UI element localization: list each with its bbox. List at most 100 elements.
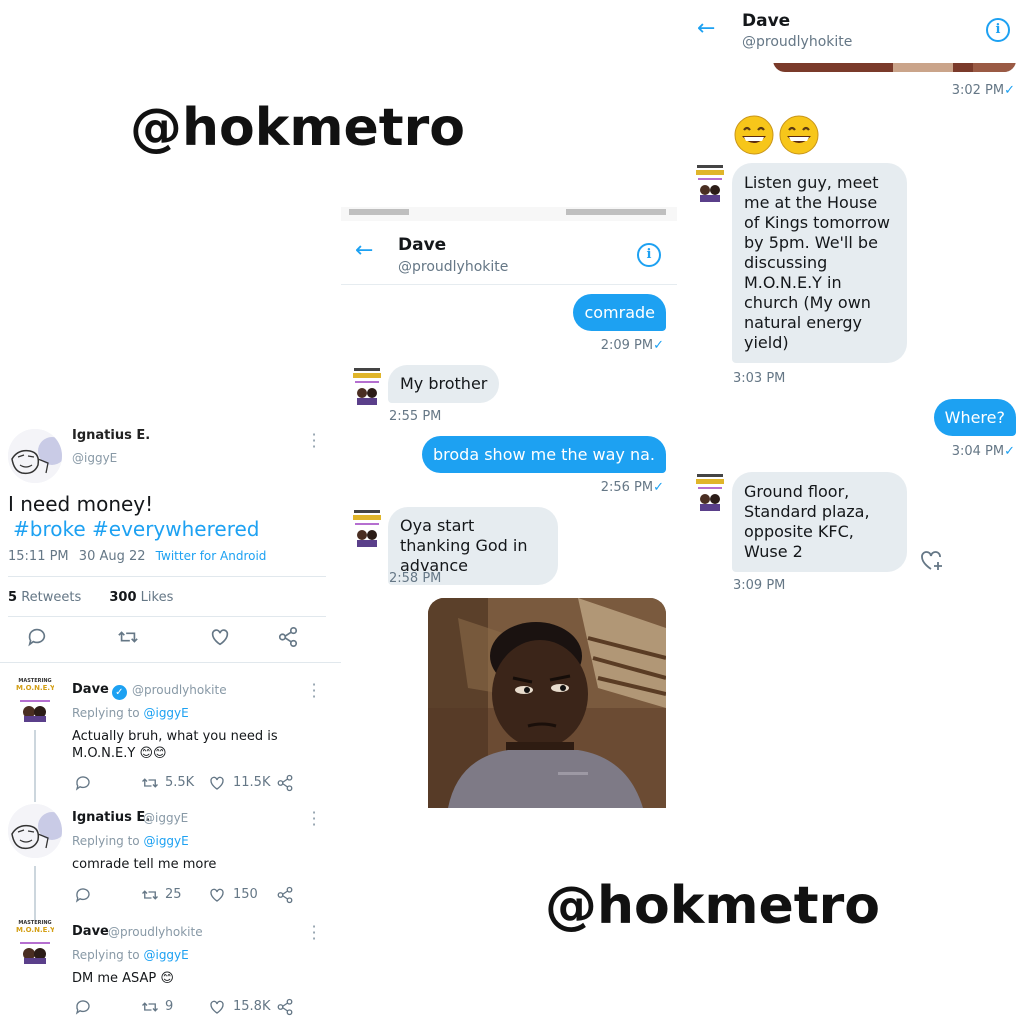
more-options-icon[interactable]: · · · [310, 427, 318, 455]
conversation-name[interactable]: Dave [398, 235, 446, 255]
message-outgoing[interactable]: comrade [573, 294, 666, 331]
message-incoming[interactable]: Listen guy, meet me at the House of King… [732, 163, 907, 363]
reply-like-count: 11.5K [233, 775, 271, 790]
back-arrow-icon[interactable]: ← [355, 238, 373, 263]
message-incoming[interactable]: My brother [388, 365, 500, 403]
grinning-emoji-icon [734, 115, 819, 155]
avatar-caption-money: M.O.N.E.Y [16, 926, 54, 934]
share-icon[interactable] [276, 998, 294, 1018]
retweet-icon[interactable] [140, 774, 160, 796]
conversation-handle[interactable]: @proudlyhokite [398, 259, 508, 275]
mastering-money-avatar[interactable]: MASTERING M.O.N.E.Y [16, 678, 54, 726]
meme-face-icon [8, 429, 62, 483]
reply-author-name[interactable]: Dave [72, 924, 109, 939]
message-outgoing[interactable]: broda show me the way na. [422, 436, 666, 473]
tweet-time: 15:11 PM [8, 549, 69, 564]
reply-item[interactable]: MASTERING M.O.N.E.Y Dave @proudlyhokite … [0, 918, 342, 1018]
replying-to-link[interactable]: @iggyE [143, 834, 188, 848]
tweet-date: 30 Aug 22 [78, 549, 146, 564]
mastering-money-avatar[interactable] [351, 507, 383, 547]
replying-to-link[interactable]: @iggyE [143, 948, 188, 962]
reply-text: comrade tell me more [72, 857, 217, 872]
retweets-count[interactable]: 5 [8, 590, 17, 605]
add-reaction-heart-icon[interactable] [919, 548, 945, 576]
reply-retweet-count: 5.5K [165, 775, 195, 790]
reply-item[interactable]: Ignatius E. @iggyE · · · Replying to @iggy… [0, 804, 342, 914]
info-icon[interactable]: i [986, 18, 1010, 42]
message-timestamp: 3:09 PM [733, 578, 786, 593]
mastering-money-avatar[interactable] [351, 365, 383, 405]
reply-author-name[interactable]: Ignatius E. [72, 810, 150, 825]
conversation-handle[interactable]: @proudlyhokite [742, 34, 852, 50]
more-options-icon[interactable]: · · · [310, 919, 318, 947]
reply-retweet-count: 9 [165, 999, 174, 1014]
share-icon[interactable] [276, 886, 294, 908]
emoji-message[interactable]: 😄😄 [733, 114, 823, 160]
reply-icon[interactable] [74, 774, 92, 796]
tweet-author-handle[interactable]: @iggyE [72, 451, 117, 465]
share-icon[interactable] [276, 774, 294, 796]
share-icon[interactable] [275, 626, 301, 652]
more-options-icon[interactable]: · · · [310, 677, 318, 705]
info-icon[interactable]: i [637, 243, 661, 267]
dm-header: ← Dave @proudlyhokite i [681, 0, 1024, 62]
message-timestamp: 3:04 PM✓ [951, 444, 1015, 459]
retweet-icon[interactable] [115, 626, 141, 652]
like-icon[interactable] [207, 626, 233, 652]
reply-text: DM me ASAP 😊 [72, 971, 174, 986]
replying-to-link[interactable]: @iggyE [143, 706, 188, 720]
tweet-source-link[interactable]: Twitter for Android [156, 549, 267, 563]
media-image-cropped[interactable] [773, 60, 1016, 72]
avatar-caption-money: M.O.N.E.Y [16, 684, 54, 692]
likes-count[interactable]: 300 [109, 590, 136, 605]
retweet-icon[interactable] [140, 886, 160, 908]
read-receipt-icon: ✓ [653, 480, 664, 495]
dm-header: ← Dave @proudlyhokite i [341, 221, 677, 285]
tweet-panel: Ignatius E. @iggyE · · · I need money! #br… [0, 418, 342, 1018]
tweet-author-name[interactable]: Ignatius E. [72, 428, 150, 443]
mastering-money-avatar[interactable]: MASTERING M.O.N.E.Y [16, 920, 54, 968]
reply-author-avatar[interactable] [8, 804, 62, 858]
verified-badge-icon: ✓ [111, 685, 127, 700]
tweet-text: I need money! [8, 492, 154, 516]
message-outgoing[interactable]: Where? [933, 399, 1016, 436]
reply-author-handle[interactable]: @proudlyhokite [108, 925, 203, 939]
retweet-icon[interactable] [140, 998, 160, 1018]
reply-author-handle[interactable]: @iggyE [143, 811, 188, 825]
message-incoming[interactable]: Ground floor, Standard plaza, opposite K… [732, 472, 907, 572]
tweet-hashtags[interactable]: #broke #everywherered [13, 517, 259, 541]
replying-to: Replying to @iggyE [72, 834, 189, 848]
dm-conversation-middle: ← Dave @proudlyhokite i comrade 2:09 PM✓… [341, 207, 677, 819]
reply-icon[interactable] [74, 998, 92, 1018]
likes-label[interactable]: Likes [141, 590, 174, 605]
media-image-boy[interactable] [428, 598, 666, 808]
reply-text: Actually bruh, what you need is M.O.N.E.… [72, 729, 278, 761]
message-timestamp: 2:55 PM [389, 409, 442, 424]
like-icon[interactable] [208, 886, 226, 908]
like-icon[interactable] [208, 998, 226, 1018]
reply-author-name[interactable]: Dave ✓ [72, 682, 127, 700]
message-timestamp: 2:58 PM [389, 571, 442, 586]
tweet-action-row [0, 626, 342, 656]
reply-icon[interactable] [24, 626, 50, 652]
reply-icon[interactable] [74, 886, 92, 908]
mastering-money-avatar[interactable] [694, 471, 726, 511]
mastering-money-avatar[interactable] [694, 162, 726, 202]
reply-actions: 9 15.8K [72, 998, 302, 1018]
reply-item[interactable]: MASTERING M.O.N.E.Y Dave ✓ @proudlyhokite… [0, 676, 342, 796]
more-options-icon[interactable]: · · · [310, 805, 318, 833]
divider [8, 576, 326, 577]
retweets-label[interactable]: Retweets [21, 590, 81, 605]
reply-author-handle[interactable]: @proudlyhokite [132, 683, 227, 697]
reply-like-count: 150 [233, 887, 258, 902]
message-timestamp: 2:56 PM✓ [600, 480, 664, 495]
dm-conversation-right: ← Dave @proudlyhokite i 3:02 PM✓ 😄😄 List… [681, 0, 1024, 600]
reply-like-count: 15.8K [233, 999, 271, 1014]
message-timestamp: 3:02 PM✓ [951, 83, 1015, 98]
back-arrow-icon[interactable]: ← [697, 16, 715, 41]
conversation-name[interactable]: Dave [742, 11, 790, 31]
divider [0, 662, 342, 663]
message-timestamp: 2:09 PM✓ [600, 338, 664, 353]
like-icon[interactable] [208, 774, 226, 796]
author-avatar[interactable] [8, 429, 62, 483]
